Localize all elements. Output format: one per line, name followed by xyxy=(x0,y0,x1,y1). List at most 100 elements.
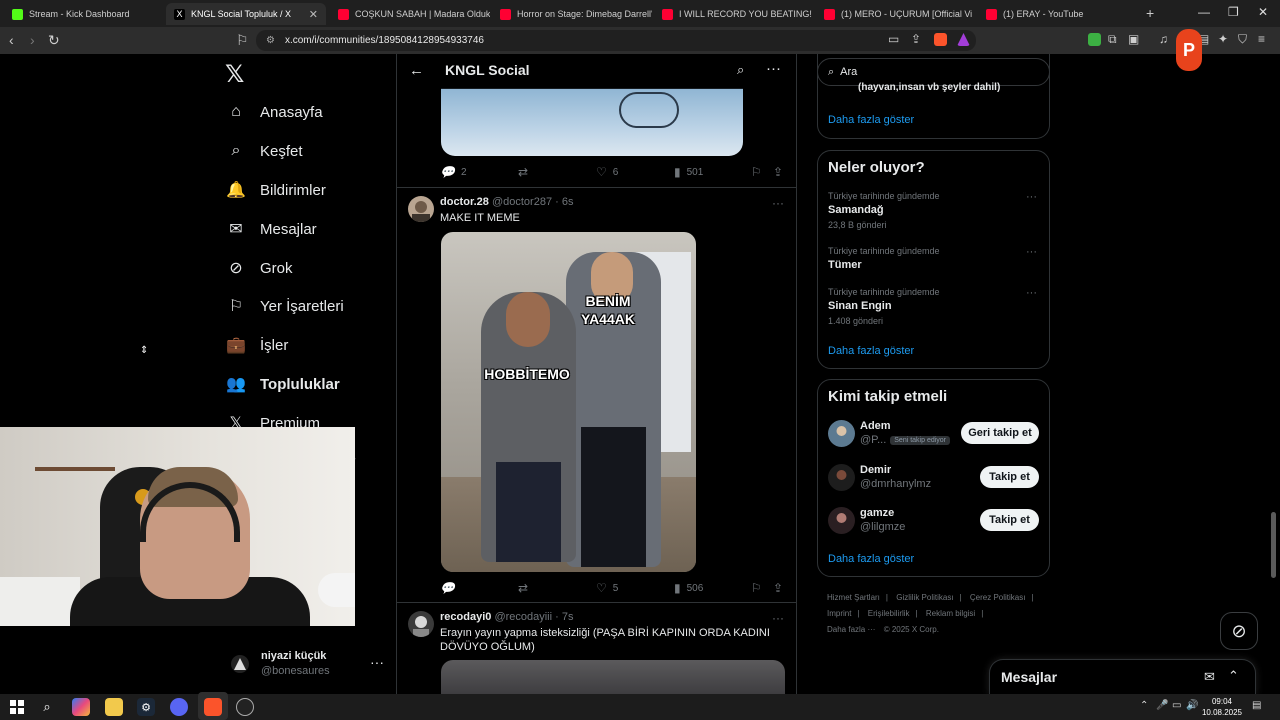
reload-icon[interactable]: ↻ xyxy=(48,32,60,49)
network-icon[interactable]: ▭ xyxy=(1172,700,1181,711)
scrollbar[interactable] xyxy=(1271,512,1276,578)
more-icon[interactable]: ··· xyxy=(370,654,384,670)
footer-link[interactable]: Hizmet Şartları xyxy=(827,593,880,602)
back-arrow-icon[interactable]: ← xyxy=(409,62,424,79)
nav-bookmarks[interactable]: ⚐ Yer İşaretleri xyxy=(226,293,344,319)
post-author[interactable]: doctor.28 @doctor287 · 6s xyxy=(440,196,573,208)
back-icon[interactable]: ‹ xyxy=(9,32,14,48)
account-switcher[interactable]: niyazi küçük @bonesaures ··· xyxy=(228,648,388,680)
show-more-link[interactable]: Daha fazla göster xyxy=(828,114,914,126)
repost-button[interactable]: ⇄ xyxy=(518,581,534,595)
trend-item[interactable]: Samandağ xyxy=(828,204,884,216)
trend-more-icon[interactable]: ··· xyxy=(1026,287,1037,299)
footer-more-link[interactable]: Daha fazla ··· xyxy=(827,625,875,634)
avatar[interactable] xyxy=(408,196,434,222)
suggested-user-name[interactable]: Adem xyxy=(860,420,891,432)
footer-link[interactable]: Çerez Politikası xyxy=(970,593,1026,602)
footer-link[interactable]: Gizlilik Politikası xyxy=(896,593,953,602)
grok-button[interactable]: ⊘ xyxy=(1220,612,1258,650)
more-icon[interactable]: ··· xyxy=(766,60,781,77)
nav-notifications[interactable]: 🔔 Bildirimler xyxy=(226,177,326,203)
search-icon[interactable]: ⌕ xyxy=(737,62,744,78)
post-media-image[interactable] xyxy=(441,88,743,156)
trend-item[interactable]: Sinan Engin xyxy=(828,300,892,312)
media-icon[interactable]: ♫ xyxy=(1159,32,1168,46)
obs-icon[interactable] xyxy=(236,698,254,716)
extension-icon[interactable] xyxy=(1088,33,1101,46)
browser-tab-active[interactable]: X KNGL Social Topluluk / X ✕ xyxy=(166,3,326,25)
nav-explore[interactable]: ⌕ Keşfet xyxy=(226,138,303,164)
footer-link[interactable]: Reklam bilgisi xyxy=(926,609,975,618)
brave-browser-icon[interactable] xyxy=(204,698,222,716)
nav-jobs[interactable]: 💼 İşler xyxy=(226,332,288,358)
avatar[interactable] xyxy=(408,611,434,637)
avatar[interactable] xyxy=(828,420,855,447)
browser-tab[interactable]: Stream - Kick Dashboard xyxy=(4,3,164,25)
browser-tab[interactable]: Horror on Stage: Dimebag Darrell's xyxy=(492,3,652,25)
leo-ai-icon[interactable]: ✦ xyxy=(1218,32,1228,46)
file-explorer-icon[interactable] xyxy=(105,698,123,716)
bookmark-button[interactable]: ⚐ xyxy=(752,581,761,595)
profile-extension-icon[interactable]: P xyxy=(1176,29,1202,71)
views-button[interactable]: ▮ 506 xyxy=(674,581,703,595)
follow-button[interactable]: Takip et xyxy=(980,509,1039,531)
minimize-icon[interactable]: — xyxy=(1198,5,1210,19)
browser-tab[interactable]: COŞKUN SABAH | Madara Olduk #5! xyxy=(330,3,490,25)
nav-home[interactable]: ⌂ Anasayfa xyxy=(226,99,322,125)
post-more-icon[interactable]: ··· xyxy=(772,196,784,210)
x-logo-icon[interactable]: 𝕏 xyxy=(225,60,244,89)
views-button[interactable]: ▮ 501 xyxy=(674,165,703,179)
reply-button[interactable]: 💬 2 xyxy=(440,165,467,179)
microphone-icon[interactable]: 🎤 xyxy=(1156,700,1168,711)
notification-icon[interactable]: ▤ xyxy=(1252,700,1261,711)
vpn-icon[interactable]: ⛉ xyxy=(1238,32,1247,47)
clock[interactable]: 09:04 10.08.2025 xyxy=(1200,696,1244,718)
share-button[interactable]: ⇪ xyxy=(773,165,783,179)
browser-tab[interactable]: (1) MERO - UÇURUM [Official Vi xyxy=(816,3,976,25)
extensions-icon[interactable]: ⧉ xyxy=(1108,32,1117,47)
restore-icon[interactable]: ❐ xyxy=(1228,5,1239,19)
share-button[interactable]: ⇪ xyxy=(773,581,783,595)
footer-link[interactable]: Imprint xyxy=(827,609,851,618)
avatar[interactable] xyxy=(828,464,855,491)
window-close-icon[interactable]: ✕ xyxy=(1258,5,1268,19)
browser-tab[interactable]: (1) ERAY - YouTube xyxy=(978,3,1138,25)
messages-drawer[interactable]: Mesajlar ✉ ⌃ xyxy=(989,659,1256,695)
address-bar[interactable]: ⚙ x.com/i/communities/189508412895493374… xyxy=(256,30,976,51)
nav-communities[interactable]: 👥 Topluluklar xyxy=(226,371,340,397)
post-media-image[interactable]: BENİM YA44AK HOBBİTEMO xyxy=(441,232,696,572)
footer-link[interactable]: Erişilebilirlik xyxy=(868,609,910,618)
volume-icon[interactable]: 🔊 xyxy=(1186,700,1198,711)
follow-button[interactable]: Takip et xyxy=(980,466,1039,488)
nav-grok[interactable]: ⊘ Grok xyxy=(226,255,292,281)
follow-back-button[interactable]: Geri takip et xyxy=(961,422,1039,444)
suggested-user-name[interactable]: Demir xyxy=(860,464,891,476)
post-author[interactable]: recodayi0 @recodayiii · 7s xyxy=(440,611,573,623)
nav-messages[interactable]: ✉ Mesajlar xyxy=(226,216,316,242)
cast-icon[interactable]: ▭ xyxy=(888,32,899,46)
trend-more-icon[interactable]: ··· xyxy=(1026,246,1037,258)
bookmark-page-icon[interactable]: ⚐ xyxy=(236,32,249,49)
tray-chevron-icon[interactable]: ⌃ xyxy=(1140,700,1148,711)
discord-icon[interactable] xyxy=(170,698,188,716)
expand-icon[interactable]: ⌃ xyxy=(1228,668,1239,684)
bookmark-button[interactable]: ⚐ xyxy=(752,165,761,179)
share-icon[interactable]: ⇪ xyxy=(911,32,921,46)
browser-tab[interactable]: I WILL RECORD YOU BEATING! Biker xyxy=(654,3,814,25)
post-more-icon[interactable]: ··· xyxy=(772,611,784,625)
brave-shields-icon[interactable] xyxy=(934,33,947,46)
trend-item[interactable]: Tümer xyxy=(828,259,862,271)
windows-start-icon[interactable] xyxy=(8,698,26,716)
steam-icon[interactable]: ⚙ xyxy=(137,698,155,716)
like-button[interactable]: ♡ 5 xyxy=(596,581,618,595)
post-media-image[interactable] xyxy=(441,660,785,694)
tab-close-icon[interactable]: ✕ xyxy=(309,8,318,21)
new-message-icon[interactable]: ✉ xyxy=(1204,669,1215,685)
suggested-user-name[interactable]: gamze xyxy=(860,507,894,519)
copilot-icon[interactable] xyxy=(72,698,90,716)
avatar[interactable] xyxy=(828,507,855,534)
search-icon[interactable]: ⌕ xyxy=(38,698,56,716)
trend-more-icon[interactable]: ··· xyxy=(1026,191,1037,203)
forward-icon[interactable]: › xyxy=(30,32,35,48)
sidebar-icon[interactable]: ▣ xyxy=(1128,32,1139,46)
